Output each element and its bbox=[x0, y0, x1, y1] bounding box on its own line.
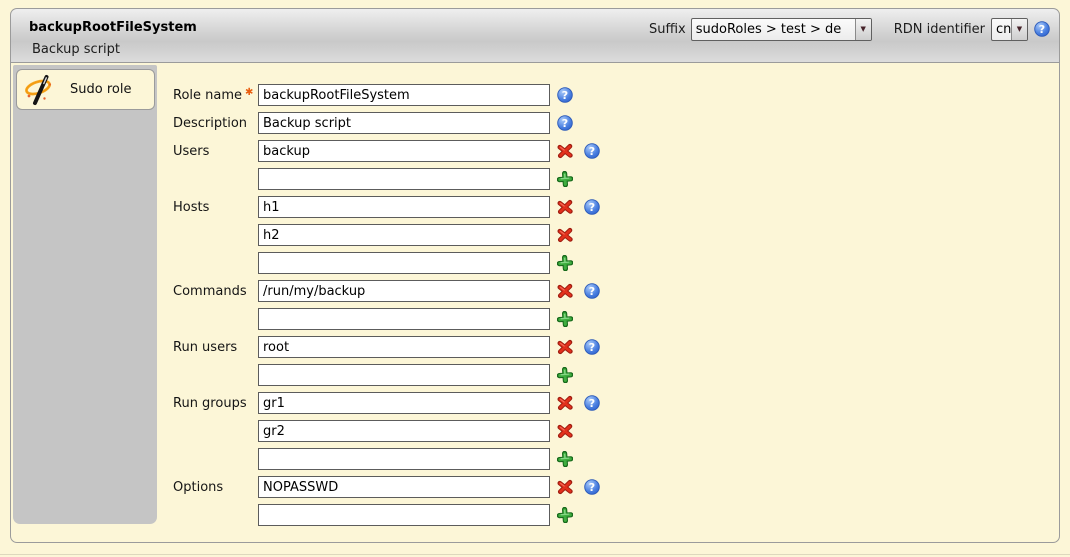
description-input[interactable] bbox=[258, 112, 550, 134]
required-asterisk: ✱ bbox=[245, 87, 253, 98]
form-row bbox=[173, 420, 600, 442]
chevron-down-icon: ▼ bbox=[1011, 19, 1027, 40]
suffix-select-value: sudoRoles > test > de bbox=[692, 22, 855, 37]
svg-text:?: ? bbox=[589, 285, 595, 298]
form-row bbox=[173, 168, 600, 190]
help-icon[interactable]: ? bbox=[584, 395, 600, 411]
svg-text:?: ? bbox=[589, 201, 595, 214]
svg-text:?: ? bbox=[1039, 23, 1045, 36]
hosts-input-1[interactable] bbox=[258, 196, 550, 218]
run-users-input-2[interactable] bbox=[258, 364, 550, 386]
role-name-input[interactable] bbox=[258, 84, 550, 106]
delete-icon[interactable] bbox=[557, 227, 573, 243]
svg-text:?: ? bbox=[589, 341, 595, 354]
form-row: Commands? bbox=[173, 280, 600, 302]
delete-icon[interactable] bbox=[557, 423, 573, 439]
users-input-1[interactable] bbox=[258, 140, 550, 162]
field-label-users: Users bbox=[173, 144, 258, 159]
options-input-1[interactable] bbox=[258, 476, 550, 498]
delete-icon[interactable] bbox=[557, 479, 573, 495]
tab-sudo-role[interactable]: Sudo role bbox=[16, 69, 155, 110]
form-row bbox=[173, 252, 600, 274]
add-icon[interactable] bbox=[557, 255, 573, 271]
main-panel: Sudo role Role name✱?Description?Users?H… bbox=[10, 62, 1060, 543]
form-row: Description? bbox=[173, 112, 600, 134]
form-row: Users? bbox=[173, 140, 600, 162]
add-icon[interactable] bbox=[557, 507, 573, 523]
help-icon[interactable]: ? bbox=[557, 115, 573, 131]
field-label-hosts: Hosts bbox=[173, 200, 258, 215]
form-row bbox=[173, 308, 600, 330]
help-icon[interactable]: ? bbox=[1034, 21, 1051, 38]
delete-icon[interactable] bbox=[557, 339, 573, 355]
rdn-identifier-label: RDN identifier bbox=[894, 22, 985, 37]
form-row bbox=[173, 504, 600, 526]
field-label-commands: Commands bbox=[173, 284, 258, 299]
svg-text:?: ? bbox=[589, 397, 595, 410]
wand-icon bbox=[24, 73, 58, 107]
chevron-down-icon: ▼ bbox=[855, 19, 871, 40]
form-row: Hosts? bbox=[173, 196, 600, 218]
lam-sudo-role-page: backupRootFileSystem Backup script Suffi… bbox=[0, 0, 1070, 557]
help-icon[interactable]: ? bbox=[584, 283, 600, 299]
run-groups-input-3[interactable] bbox=[258, 448, 550, 470]
form-row bbox=[173, 224, 600, 246]
rdn-identifier-select[interactable]: cn ▼ bbox=[991, 18, 1028, 41]
help-icon[interactable]: ? bbox=[584, 199, 600, 215]
suffix-label: Suffix bbox=[649, 22, 686, 37]
field-label-role-name: Role name✱ bbox=[173, 88, 258, 103]
form-row bbox=[173, 364, 600, 386]
help-icon[interactable]: ? bbox=[584, 143, 600, 159]
sidebar: Sudo role bbox=[13, 65, 157, 524]
delete-icon[interactable] bbox=[557, 199, 573, 215]
users-input-2[interactable] bbox=[258, 168, 550, 190]
add-icon[interactable] bbox=[557, 311, 573, 327]
form-row: Role name✱? bbox=[173, 84, 600, 106]
field-label-description: Description bbox=[173, 116, 258, 131]
delete-icon[interactable] bbox=[557, 143, 573, 159]
bottom-divider bbox=[0, 554, 1070, 555]
suffix-select[interactable]: sudoRoles > test > de ▼ bbox=[691, 18, 872, 41]
form-row: Run users? bbox=[173, 336, 600, 358]
svg-text:?: ? bbox=[562, 117, 568, 130]
help-icon[interactable]: ? bbox=[584, 339, 600, 355]
delete-icon[interactable] bbox=[557, 283, 573, 299]
help-icon[interactable]: ? bbox=[557, 87, 573, 103]
add-icon[interactable] bbox=[557, 451, 573, 467]
field-label-run-users: Run users bbox=[173, 340, 258, 355]
hosts-input-3[interactable] bbox=[258, 252, 550, 274]
commands-input-2[interactable] bbox=[258, 308, 550, 330]
options-input-2[interactable] bbox=[258, 504, 550, 526]
page-subtitle: Backup script bbox=[32, 42, 120, 57]
commands-input-1[interactable] bbox=[258, 280, 550, 302]
field-label-run-groups: Run groups bbox=[173, 396, 258, 411]
hosts-input-2[interactable] bbox=[258, 224, 550, 246]
page-title: backupRootFileSystem bbox=[29, 20, 197, 35]
title-bar-controls: Suffix sudoRoles > test > de ▼ RDN ident… bbox=[649, 17, 1051, 41]
sudo-role-form: Role name✱?Description?Users?Hosts?Comma… bbox=[173, 84, 600, 532]
form-row bbox=[173, 448, 600, 470]
form-row: Options? bbox=[173, 476, 600, 498]
tab-sudo-role-label: Sudo role bbox=[70, 82, 131, 97]
help-icon[interactable]: ? bbox=[584, 479, 600, 495]
run-groups-input-1[interactable] bbox=[258, 392, 550, 414]
svg-text:?: ? bbox=[589, 481, 595, 494]
svg-text:?: ? bbox=[589, 145, 595, 158]
field-label-options: Options bbox=[173, 480, 258, 495]
title-bar: backupRootFileSystem Backup script Suffi… bbox=[10, 8, 1060, 62]
delete-icon[interactable] bbox=[557, 395, 573, 411]
run-groups-input-2[interactable] bbox=[258, 420, 550, 442]
rdn-select-value: cn bbox=[992, 22, 1011, 37]
svg-text:?: ? bbox=[562, 89, 568, 102]
run-users-input-1[interactable] bbox=[258, 336, 550, 358]
form-row: Run groups? bbox=[173, 392, 600, 414]
add-icon[interactable] bbox=[557, 367, 573, 383]
add-icon[interactable] bbox=[557, 171, 573, 187]
